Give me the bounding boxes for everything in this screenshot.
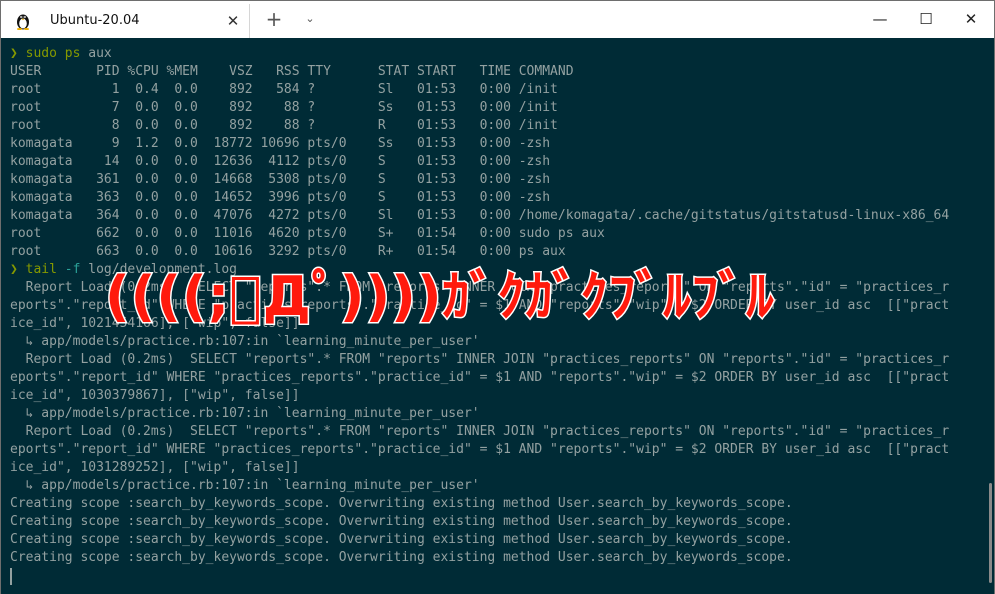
maximize-button[interactable]: ☐ <box>903 1 949 38</box>
command-flag: -f <box>56 262 81 277</box>
log-line: Creating scope :search_by_keywords_scope… <box>10 514 793 529</box>
linux-penguin-icon <box>16 14 30 30</box>
ps-row: root 662 0.0 0.0 11016 4620 pts/0 S+ 01:… <box>10 226 605 241</box>
ps-row: komagata 14 0.0 0.0 12636 4112 pts/0 S 0… <box>10 154 551 169</box>
log-line: Creating scope :search_by_keywords_scope… <box>10 550 793 565</box>
ps-row: root 1 0.4 0.0 892 584 ? Sl 01:53 0:00 /… <box>10 82 558 97</box>
log-line: Creating scope :search_by_keywords_scope… <box>10 532 793 547</box>
scrollbar[interactable] <box>989 483 992 583</box>
close-tab-icon[interactable]: ✕ <box>223 11 243 31</box>
terminal-window: Ubuntu-20.04 ✕ + ⌄ — ☐ ✕ ❯ sudo ps aux U… <box>0 0 995 594</box>
ps-row: komagata 363 0.0 0.0 14652 3996 pts/0 S … <box>10 190 551 205</box>
log-line: Creating scope :search_by_keywords_scope… <box>10 496 793 511</box>
log-line: ice_id", 1031289252], ["wip", false]] <box>10 460 300 475</box>
tab-ubuntu[interactable]: Ubuntu-20.04 ✕ <box>5 4 250 38</box>
ps-row: komagata 364 0.0 0.0 47076 4272 pts/0 Sl… <box>10 208 950 223</box>
command-args: aux <box>80 46 112 61</box>
tab-title: Ubuntu-20.04 <box>50 13 140 28</box>
ps-row: root 8 0.0 0.0 892 88 ? R 01:53 0:00 /in… <box>10 118 558 133</box>
prompt-glyph: ❯ <box>10 262 18 277</box>
ps-row: komagata 9 1.2 0.0 18772 10696 pts/0 Ss … <box>10 136 551 151</box>
close-window-button[interactable]: ✕ <box>948 1 994 38</box>
prompt-line-1: ❯ sudo ps aux <box>10 45 112 63</box>
log-line: Report Load (0.2ms) SELECT "reports".* F… <box>10 352 950 367</box>
log-line: Report Load (0.2ms) SELECT "reports".* F… <box>10 424 950 439</box>
new-tab-button[interactable]: + <box>263 7 285 31</box>
terminal-output[interactable]: ❯ sudo ps aux USER PID %CPU %MEM VSZ RSS… <box>1 38 994 594</box>
ps-row: komagata 361 0.0 0.0 14668 5308 pts/0 S … <box>10 172 551 187</box>
overlay-caption: ((((;ﾟДﾟ))))ｶﾞｸｶﾞｸﾌﾞﾙﾌﾞﾙ <box>104 264 776 330</box>
prompt-glyph: ❯ <box>10 46 18 61</box>
log-line: ice_id", 1030379867], ["wip", false]] <box>10 388 300 403</box>
ps-row: root 7 0.0 0.0 892 88 ? Ss 01:53 0:00 /i… <box>10 100 558 115</box>
command-name: sudo ps <box>25 46 81 61</box>
log-line: eports"."report_id" WHERE "practices_rep… <box>10 370 950 385</box>
ps-header: USER PID %CPU %MEM VSZ RSS TTY STAT STAR… <box>10 64 574 79</box>
text-cursor <box>10 568 12 585</box>
log-line: ↳ app/models/practice.rb:107:in `learnin… <box>10 478 480 493</box>
minimize-button[interactable]: — <box>857 1 903 38</box>
log-line: eports"."report_id" WHERE "practices_rep… <box>10 442 950 457</box>
chevron-down-icon[interactable]: ⌄ <box>301 10 319 28</box>
title-bar: Ubuntu-20.04 ✕ + ⌄ — ☐ ✕ <box>1 1 994 38</box>
log-line: ↳ app/models/practice.rb:107:in `learnin… <box>10 406 480 421</box>
command-name: tail <box>25 262 57 277</box>
